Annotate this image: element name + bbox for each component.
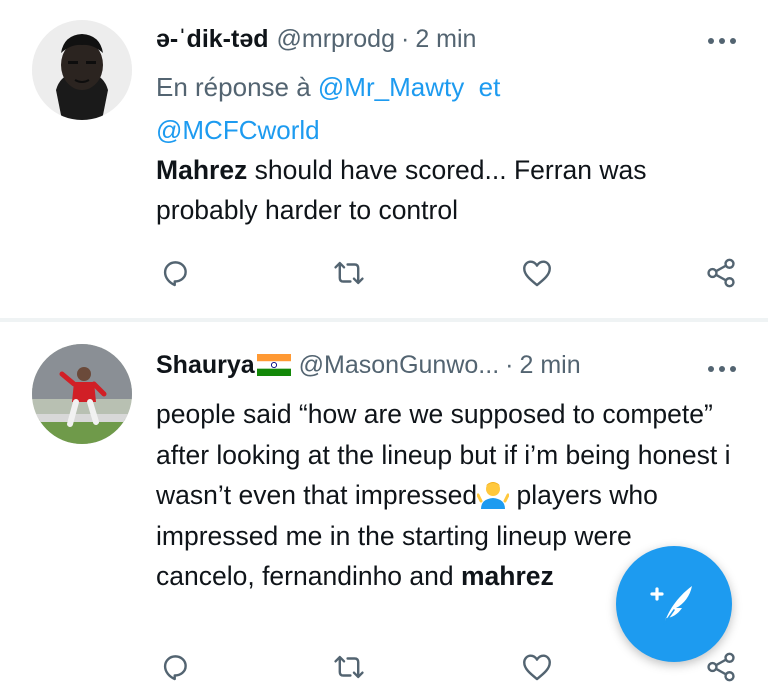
avatar[interactable]	[32, 344, 132, 444]
tweet-header: Shaurya @MasonGunwo... · 2 min	[156, 348, 738, 382]
tweet-text-bold: Mahrez	[156, 155, 248, 185]
timestamp[interactable]: 2 min	[519, 351, 580, 380]
reply-conjunction: et	[478, 72, 501, 102]
mention-link[interactable]: @MCFCworld	[156, 115, 320, 145]
tweet-text: Mahrez should have scored... Ferran was …	[156, 150, 736, 230]
timestamp[interactable]: 2 min	[415, 25, 476, 54]
retweet-icon[interactable]	[332, 256, 366, 290]
person-shrugging-emoji	[476, 480, 510, 510]
more-icon[interactable]	[708, 36, 736, 46]
reply-icon[interactable]	[158, 650, 192, 684]
heart-icon[interactable]	[520, 256, 554, 290]
reply-icon[interactable]	[158, 256, 192, 290]
tweet-text-bold: mahrez	[460, 561, 554, 591]
separator-dot: ·	[400, 24, 410, 53]
user-handle[interactable]: @mrprodg	[277, 25, 395, 54]
display-name[interactable]: ə-ˈdik-təd	[156, 25, 269, 54]
tweet-actions	[156, 256, 748, 296]
reply-context: En réponse à @Mr_Mawty et @MCFCworld	[156, 66, 716, 152]
retweet-icon[interactable]	[332, 650, 366, 684]
reply-prefix: En réponse à	[156, 72, 311, 102]
tweet-header: ə-ˈdik-təd @mrprodg · 2 min	[156, 22, 738, 56]
compose-button[interactable]	[616, 546, 732, 662]
share-icon[interactable]	[704, 256, 738, 290]
more-icon[interactable]	[708, 364, 736, 374]
avatar[interactable]	[32, 20, 132, 120]
compose-feather-icon	[650, 586, 692, 625]
tweet[interactable]: ə-ˈdik-təd @mrprodg · 2 min En réponse à…	[0, 0, 768, 318]
heart-icon[interactable]	[520, 650, 554, 684]
display-name[interactable]: Shaurya	[156, 351, 255, 380]
user-handle[interactable]: @MasonGunwo...	[299, 351, 499, 380]
share-icon[interactable]	[704, 650, 738, 684]
mention-link[interactable]: @Mr_Mawty	[318, 72, 464, 102]
india-flag-icon	[256, 354, 291, 376]
separator-dot: ·	[505, 350, 514, 379]
